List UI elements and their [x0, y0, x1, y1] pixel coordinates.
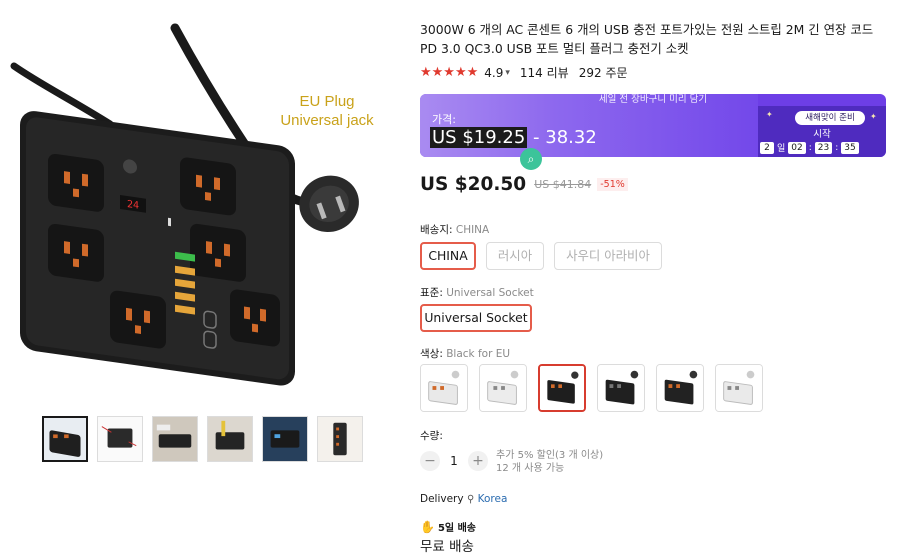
thumbnail-6[interactable] [317, 416, 363, 462]
countdown-hours: 02 [788, 141, 806, 154]
bulk-discount-note: 추가 5% 할인(3 개 이상) [496, 450, 604, 461]
thumbnail-3[interactable] [152, 416, 198, 462]
main-product-image[interactable]: 24 EU Plug Universal jack [0, 14, 400, 404]
thumbnail-4[interactable] [207, 416, 253, 462]
eu-plug-caption-line2: Universal jack [280, 112, 374, 129]
ship-from-option-china[interactable]: CHINA [420, 242, 476, 270]
delivery-location[interactable]: Korea [478, 493, 508, 505]
ship-from-label-text: 배송지: [420, 224, 456, 236]
color-swatch-6[interactable] [715, 364, 763, 412]
standard-label: 표준: Universal Socket [420, 285, 534, 300]
countdown-minutes: 23 [814, 141, 833, 154]
countdown-days: 2 [760, 141, 774, 154]
color-swatch-1[interactable] [420, 364, 468, 412]
countdown-sep: : [808, 142, 812, 153]
quantity-note: 추가 5% 할인(3 개 이상) 12 개 사용 가능 [496, 449, 603, 475]
stock-available-note: 12 개 사용 가능 [496, 463, 565, 474]
promo-price-range: US $19.25 - 38.32 [430, 127, 597, 148]
discount-badge: -51% [597, 178, 628, 191]
countdown-seconds: 35 [841, 141, 859, 154]
countdown-timer: 2 일 02 : 23 : 35 [760, 141, 859, 154]
original-price: US $41.84 [534, 178, 592, 191]
ship-from-label: 배송지: CHINA [420, 222, 489, 237]
delivery-label: Delivery [420, 493, 464, 505]
strip-display-reading: 24 [127, 199, 139, 212]
rating-value[interactable]: 4.9 [484, 66, 503, 80]
thumbnail-5[interactable] [262, 416, 308, 462]
delivery-row: Delivery ⚲ Korea [420, 493, 507, 505]
sparkle-icon: ✦ [870, 112, 877, 121]
ship-from-selected: CHINA [455, 224, 490, 236]
image-search-icon[interactable]: ⌕ [520, 148, 542, 170]
new-year-prep-badge: 새해맞이 준비 [795, 111, 865, 125]
power-strip-image: 24 [10, 23, 359, 386]
order-count: 292 주문 [578, 66, 628, 80]
quantity-plus-button[interactable]: + [468, 451, 488, 471]
rating-row: ★★★★★ 4.9 ▾ 114 리뷰 292 주문 [420, 64, 628, 81]
ship-from-option-russia[interactable]: 러시아 [486, 242, 544, 270]
fast-delivery-icon: ✋ [420, 519, 435, 534]
standard-label-text: 표준: [420, 287, 447, 299]
color-swatch-4[interactable] [597, 364, 645, 412]
location-pin-icon: ⚲ [466, 494, 475, 505]
quantity-label: 수량: [420, 430, 443, 442]
quantity-minus-button[interactable]: − [420, 451, 440, 471]
current-price: US $20.50 [420, 174, 527, 195]
color-label-text: 색상: [420, 348, 447, 360]
eu-plug-caption: EU Plug Universal jack [262, 92, 392, 130]
color-swatch-2[interactable] [479, 364, 527, 412]
thumbnail-1[interactable] [42, 416, 88, 462]
countdown-day-unit: 일 [777, 144, 786, 154]
price-row: US $20.50 US $41.84 -51% [420, 174, 628, 195]
eu-plug-caption-line1: EU Plug [299, 93, 355, 110]
countdown-start-label: 시작 [813, 129, 831, 140]
color-selected: Black for EU [446, 348, 511, 360]
countdown-sep: : [835, 142, 839, 153]
promo-price-label: 가격: [432, 113, 456, 126]
promo-price-low: US $19.25 [430, 127, 528, 148]
product-title: 3000W 6 개의 AC 콘센트 6 개의 USB 충전 포트가있는 전원 스… [420, 22, 874, 56]
thumbnail-strip [42, 416, 363, 462]
sparkle-icon: ✦ [766, 110, 773, 119]
delivery-speed-row: ✋ 5일 배송 [420, 519, 476, 535]
rating-stars: ★★★★★ [420, 65, 479, 80]
standard-selected: Universal Socket [446, 287, 534, 299]
color-swatch-5[interactable] [656, 364, 704, 412]
free-shipping-label: 무료 배송 [420, 539, 474, 555]
review-count[interactable]: 114 리뷰 [520, 64, 569, 81]
color-swatch-3[interactable] [538, 364, 586, 412]
presale-promo-banner: 세일 전 장바구니 미리 담기 가격: US $19.25 - 38.32 ✦ … [420, 94, 886, 157]
chevron-down-icon[interactable]: ▾ [505, 68, 510, 78]
quantity-value[interactable]: 1 [440, 454, 468, 468]
promo-price-high: - 38.32 [527, 127, 597, 148]
ship-from-option-saudi[interactable]: 사우디 아라비아 [554, 242, 662, 270]
standard-option-universal[interactable]: Universal Socket [420, 304, 532, 332]
delivery-speed-badge: 5일 배송 [437, 523, 476, 534]
thumbnail-2[interactable] [97, 416, 143, 462]
countdown-panel: ✦ ✦ 새해맞이 준비 시작 2 일 02 : 23 : 35 [758, 106, 886, 157]
color-label: 색상: Black for EU [420, 346, 510, 361]
promo-banner-title: 세일 전 장바구니 미리 담기 [598, 94, 708, 105]
quantity-stepper: − 1 + 추가 5% 할인(3 개 이상) 12 개 사용 가능 [420, 450, 603, 474]
